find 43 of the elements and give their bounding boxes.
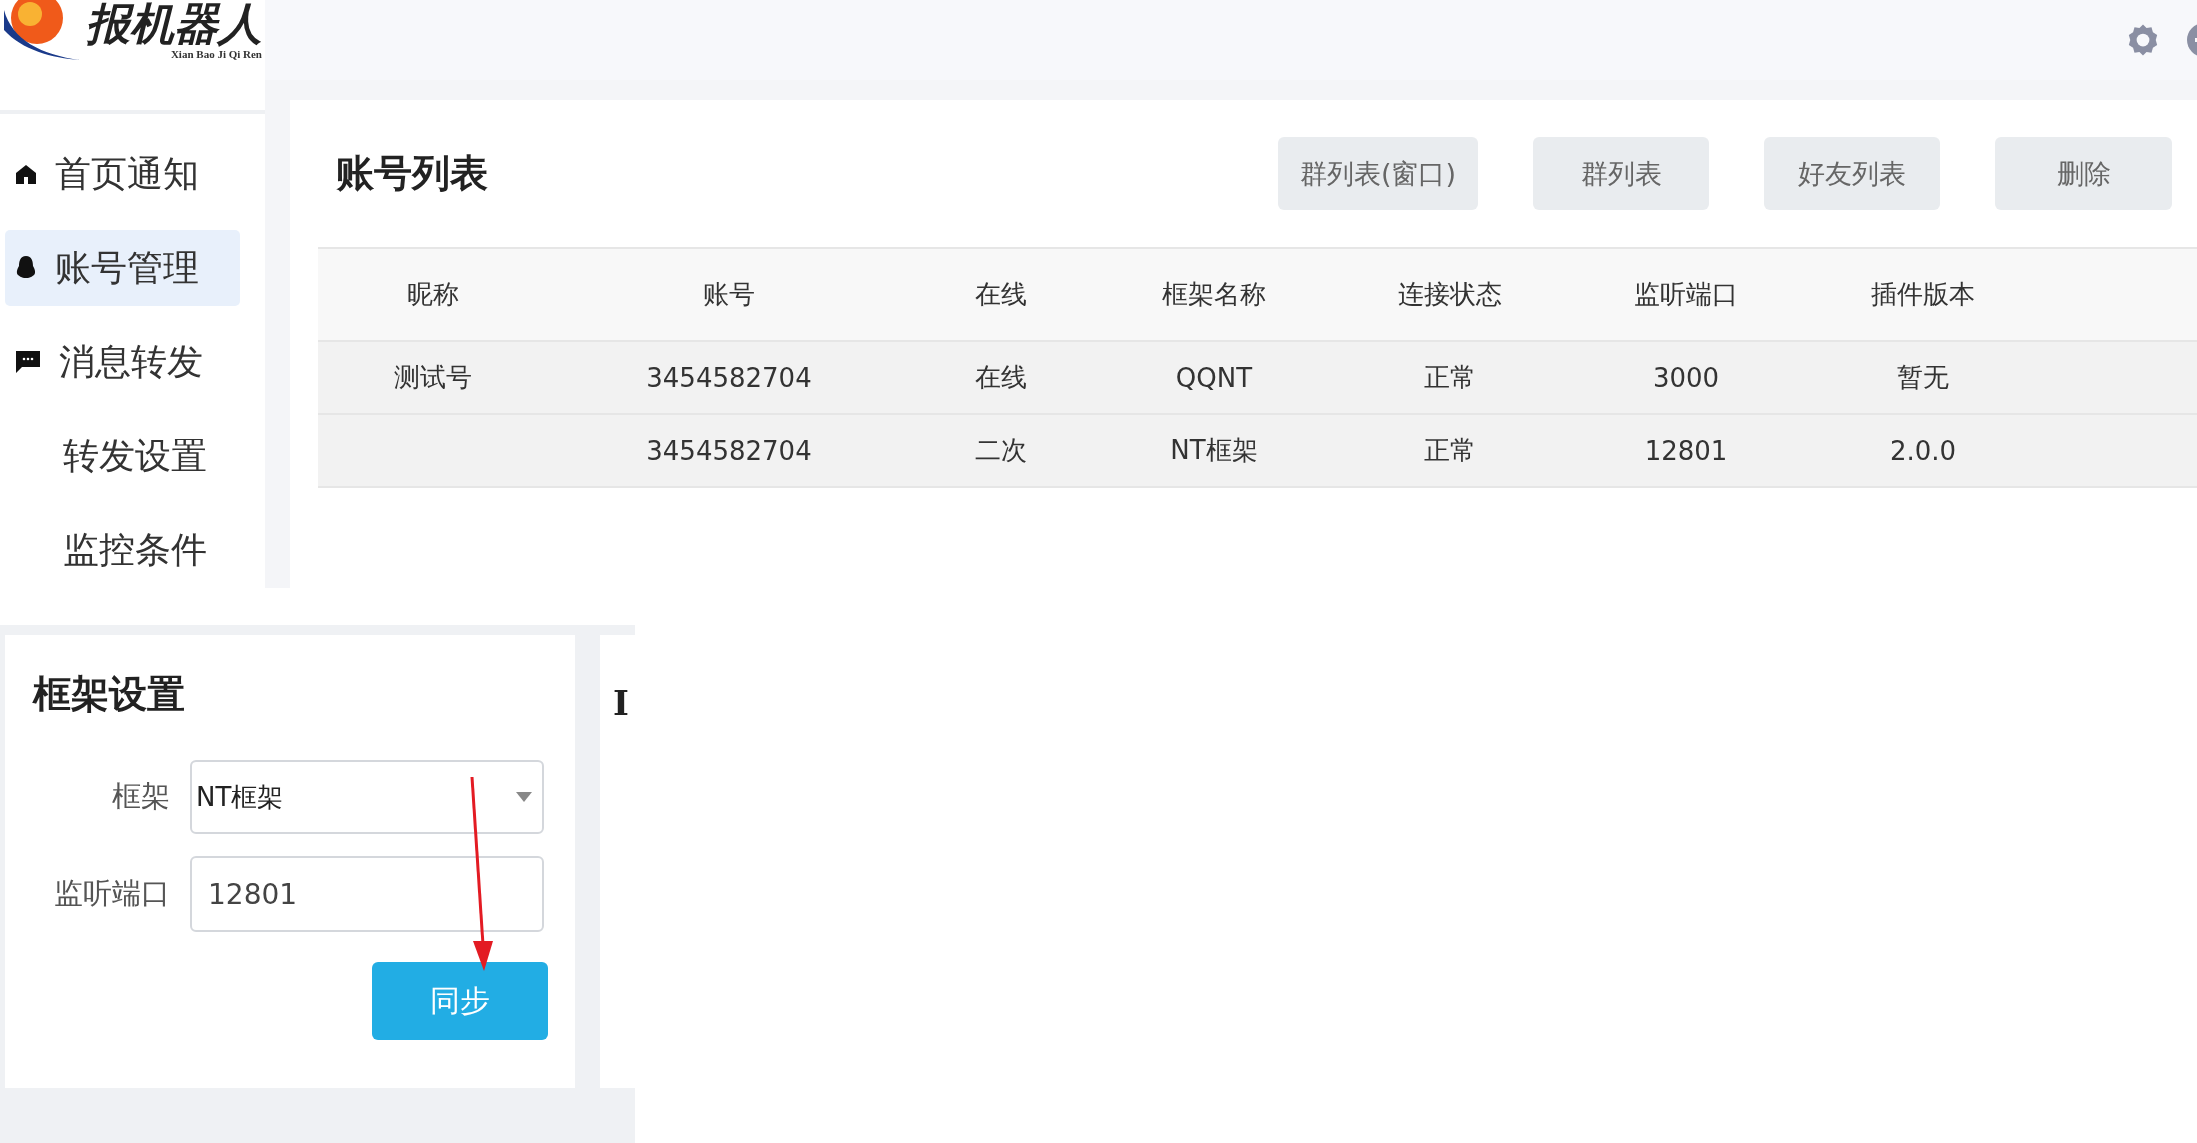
column-header: 账号 <box>702 278 756 311</box>
table-cell-text: 在线 <box>974 361 1028 394</box>
sidebar-item[interactable]: 首页通知 <box>5 136 240 212</box>
toolbar-button[interactable]: 群列表(窗口) <box>1278 137 1478 210</box>
sidebar-item[interactable]: 转发设置 <box>5 418 240 494</box>
column-header: 监听端口 <box>1633 278 1739 311</box>
settings-icon[interactable] <box>2126 23 2160 57</box>
column-header: 插件版本 <box>1870 278 1976 311</box>
table-cell-text: 二次 <box>974 434 1028 467</box>
toolbar-button[interactable]: 好友列表 <box>1764 137 1940 210</box>
penguin-icon <box>15 255 37 281</box>
sidebar-item[interactable]: 监控条件 <box>5 512 240 588</box>
field-label: 框架 <box>111 778 170 815</box>
field-label: 监听端口 <box>53 875 170 912</box>
table-cell-text: 正常 <box>1423 434 1477 467</box>
sidebar-item[interactable]: 账号管理 <box>5 230 240 306</box>
table-cell-text: 3454582704 <box>645 362 813 393</box>
sidebar-item[interactable]: 消息转发 <box>5 324 240 400</box>
column-header: 框架名称 <box>1161 278 1267 311</box>
panel-title: I <box>613 683 629 723</box>
table-cell-text: QQNT <box>1174 362 1254 393</box>
toolbar-button[interactable]: 删除 <box>1995 137 2172 210</box>
logo-subtitle: Xian Bao Ji Qi Ren <box>170 48 262 61</box>
table-cell-text: 测试号 <box>393 361 473 394</box>
caret-icon <box>516 792 532 802</box>
table-cell-text: 暂无 <box>1896 361 1950 394</box>
logo-title: 报机器人 <box>86 0 262 49</box>
table-cell-text: 12801 <box>1643 435 1729 466</box>
column-header: 昵称 <box>406 278 460 311</box>
toolbar-button[interactable]: 群列表 <box>1533 137 1709 210</box>
column-header: 连接状态 <box>1397 278 1503 311</box>
panel-title: 框架设置 <box>33 670 186 718</box>
input-field[interactable]: 12801 <box>190 856 544 932</box>
table-cell-text: NT框架 <box>1169 434 1259 467</box>
home-icon <box>15 163 37 185</box>
table-cell-text: 3454582704 <box>645 435 813 466</box>
chat-icon <box>15 350 41 374</box>
table-cell-text: 正常 <box>1423 361 1477 394</box>
select-field[interactable]: NT框架 <box>190 760 544 834</box>
card-title: 账号列表 <box>336 149 488 197</box>
table-cell-text: 2.0.0 <box>1888 435 1958 466</box>
column-header: 在线 <box>974 278 1028 311</box>
table-cell-text: 3000 <box>1651 362 1721 393</box>
